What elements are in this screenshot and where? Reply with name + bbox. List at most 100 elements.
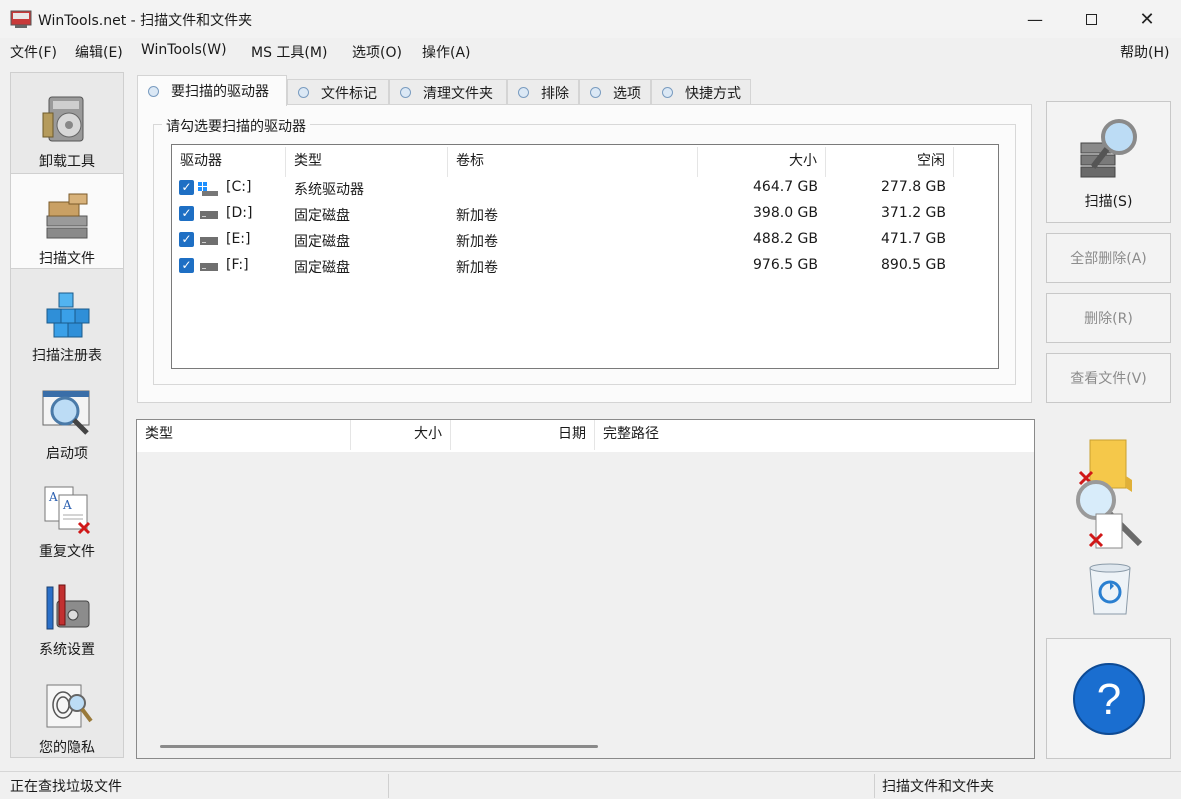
- tab-file-marks[interactable]: 文件标记: [287, 79, 389, 105]
- maximize-icon: [1085, 13, 1097, 25]
- delete-button[interactable]: 删除(R): [1046, 293, 1171, 343]
- status-divider: [874, 774, 875, 798]
- system-settings-icon: [46, 584, 90, 630]
- column-header-label[interactable]: 卷标: [448, 147, 698, 177]
- close-icon: ✕: [1139, 8, 1155, 30]
- column-header-type[interactable]: 类型: [286, 147, 448, 177]
- results-header: 类型 大小 日期 完整路径: [137, 420, 1034, 452]
- registry-icon: [46, 292, 90, 338]
- sidebar-item-label: 启动项: [46, 446, 88, 462]
- column-header-size[interactable]: 大小: [698, 147, 826, 177]
- sidebar-item-startup[interactable]: 启动项: [11, 369, 123, 465]
- drive-list[interactable]: 驱动器 类型 卷标 大小 空闲 ✓ [C:] 系统驱动器 464.7 GB 27…: [171, 144, 999, 369]
- table-row[interactable]: ✓ [E:] 固定磁盘 新加卷 488.2 GB 471.7 GB: [172, 231, 998, 257]
- help-icon: ?: [1072, 662, 1145, 735]
- drive-letter: [F:]: [226, 257, 249, 273]
- menu-bar: 文件(F) 编辑(E) WinTools(W) MS 工具(M) 选项(O) 操…: [0, 38, 1181, 64]
- svg-text:?: ?: [1096, 675, 1120, 724]
- table-row[interactable]: ✓ [C:] 系统驱动器 464.7 GB 277.8 GB: [172, 179, 998, 205]
- horizontal-scrollbar[interactable]: [160, 745, 598, 748]
- system-drive-icon: [198, 182, 218, 196]
- minimize-button[interactable]: —: [1012, 0, 1058, 38]
- tab-label: 文件标记: [321, 85, 377, 102]
- status-divider: [388, 774, 389, 798]
- menu-edit[interactable]: 编辑(E): [75, 42, 123, 62]
- radio-icon: [400, 87, 411, 98]
- drive-type: 固定磁盘: [294, 208, 350, 224]
- radio-icon: [518, 87, 529, 98]
- drive-label: 新加卷: [456, 234, 498, 250]
- drive-type: 固定磁盘: [294, 234, 350, 250]
- drive-label: 新加卷: [456, 208, 498, 224]
- checkbox[interactable]: ✓: [179, 206, 194, 221]
- maximize-button[interactable]: [1068, 0, 1114, 38]
- column-header-free[interactable]: 空闲: [826, 147, 954, 177]
- checkbox[interactable]: ✓: [179, 180, 194, 195]
- sidebar-item-duplicate-files[interactable]: A A 重复文件: [11, 467, 123, 563]
- window-title: WinTools.net - 扫描文件和文件夹: [38, 13, 253, 29]
- startup-icon: [42, 390, 90, 435]
- drive-free: 277.8 GB: [881, 179, 946, 195]
- title-bar: WinTools.net - 扫描文件和文件夹 — ✕: [0, 0, 1181, 38]
- menu-file[interactable]: 文件(F): [10, 42, 57, 62]
- checkbox[interactable]: ✓: [179, 258, 194, 273]
- drive-size: 976.5 GB: [753, 257, 818, 273]
- column-header-date[interactable]: 日期: [451, 420, 595, 450]
- sidebar-item-system-settings[interactable]: 系统设置: [11, 565, 123, 661]
- scan-button-label: 扫描(S): [1084, 194, 1133, 210]
- privacy-icon: [46, 684, 93, 728]
- sidebar-item-scan-files[interactable]: 扫描文件: [11, 173, 123, 269]
- delete-all-button[interactable]: 全部删除(A): [1046, 233, 1171, 283]
- sidebar-item-label: 扫描注册表: [32, 348, 102, 364]
- results-list[interactable]: [136, 419, 1035, 759]
- menu-help[interactable]: 帮助(H): [1120, 42, 1169, 62]
- tab-shortcuts[interactable]: 快捷方式: [651, 79, 751, 105]
- drive-size: 398.0 GB: [753, 205, 818, 221]
- sidebar-item-registry[interactable]: 扫描注册表: [11, 271, 123, 367]
- sidebar-item-label: 卸载工具: [39, 154, 95, 170]
- tab-label: 排除: [541, 85, 569, 102]
- status-bar: 正在查找垃圾文件 扫描文件和文件夹: [0, 771, 1181, 799]
- column-header-full-path[interactable]: 完整路径: [595, 420, 1034, 450]
- tab-options[interactable]: 选项: [579, 79, 651, 105]
- view-file-button[interactable]: 查看文件(V): [1046, 353, 1171, 403]
- menu-options[interactable]: 选项(O): [352, 42, 402, 62]
- tab-drives-to-scan[interactable]: 要扫描的驱动器: [137, 75, 287, 106]
- duplicate-files-icon: A A: [44, 486, 91, 535]
- drive-free: 371.2 GB: [881, 205, 946, 221]
- tab-clean-folders[interactable]: 清理文件夹: [389, 79, 507, 105]
- drive-letter: [E:]: [226, 231, 251, 247]
- disk-icon: [200, 211, 218, 219]
- table-row[interactable]: ✓ [D:] 固定磁盘 新加卷 398.0 GB 371.2 GB: [172, 205, 998, 231]
- scan-files-icon: [46, 193, 88, 239]
- recycle-bin-icon: [1089, 563, 1131, 615]
- sidebar-item-uninstall[interactable]: 卸载工具: [11, 77, 123, 173]
- close-button[interactable]: ✕: [1124, 0, 1170, 38]
- radio-icon: [662, 87, 673, 98]
- column-header-type[interactable]: 类型: [137, 420, 351, 450]
- drives-group-title: 请勾选要扫描的驱动器: [162, 116, 310, 136]
- menu-actions[interactable]: 操作(A): [422, 42, 471, 62]
- minimize-icon: —: [1027, 9, 1043, 29]
- tab-exclude[interactable]: 排除: [507, 79, 579, 105]
- scan-button[interactable]: 扫描(S): [1046, 101, 1171, 223]
- help-button[interactable]: ?: [1046, 638, 1171, 759]
- sidebar-item-privacy[interactable]: 您的隐私: [11, 663, 123, 759]
- disk-icon: [200, 263, 218, 271]
- column-header-drive[interactable]: 驱动器: [172, 147, 286, 177]
- drive-type: 系统驱动器: [294, 182, 364, 198]
- app-icon: [10, 10, 32, 28]
- drive-size: 488.2 GB: [753, 231, 818, 247]
- tab-label: 清理文件夹: [423, 85, 493, 102]
- status-text-right: 扫描文件和文件夹: [882, 779, 994, 795]
- svg-text:A: A: [62, 498, 72, 512]
- menu-ms-tools[interactable]: MS 工具(M): [251, 42, 327, 62]
- table-row[interactable]: ✓ [F:] 固定磁盘 新加卷 976.5 GB 890.5 GB: [172, 257, 998, 283]
- tab-label: 选项: [613, 85, 641, 102]
- column-header-size[interactable]: 大小: [351, 420, 451, 450]
- sidebar-item-label: 系统设置: [39, 642, 95, 658]
- menu-wintools[interactable]: WinTools(W): [141, 42, 227, 58]
- checkbox[interactable]: ✓: [179, 232, 194, 247]
- drive-letter: [D:]: [226, 205, 253, 221]
- search-delete-icon: [1076, 439, 1143, 549]
